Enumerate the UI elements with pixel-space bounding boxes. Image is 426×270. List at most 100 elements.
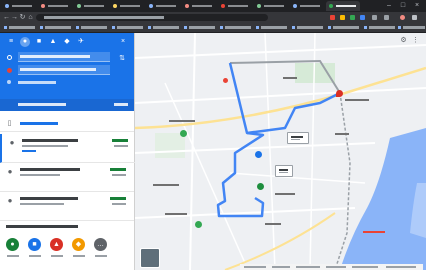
map-label (335, 133, 349, 135)
minor-road (135, 87, 426, 104)
favicon-icon (41, 4, 45, 8)
route-option[interactable]: ● (0, 163, 134, 192)
favicon-icon (77, 4, 81, 8)
nearby-category[interactable]: ● (6, 238, 23, 265)
browser-tab-bar: – □ × (0, 0, 426, 12)
extension-icon[interactable] (340, 15, 345, 20)
extension-icon[interactable] (372, 15, 377, 20)
map-label (275, 193, 295, 195)
nearby-category[interactable]: … (94, 238, 111, 265)
browser-tab[interactable] (74, 1, 108, 11)
extension-icon[interactable] (360, 15, 365, 20)
bike-icon[interactable]: ◆ (62, 37, 72, 47)
add-destination-link[interactable] (18, 81, 56, 84)
shopping-icon: ◆ (72, 238, 85, 251)
layers-icon[interactable] (140, 248, 160, 268)
maximize-icon[interactable]: □ (398, 1, 408, 11)
walk-icon[interactable]: ▲ (48, 37, 58, 47)
send-to-phone-row[interactable]: ▯ (0, 117, 134, 132)
options-button[interactable] (114, 103, 128, 106)
place-marker-icon[interactable] (195, 221, 202, 228)
place-marker-icon[interactable] (180, 130, 187, 137)
favicon-icon (5, 4, 9, 8)
car-icon[interactable]: ● (20, 37, 30, 47)
favicon-icon (149, 4, 153, 8)
swap-icon[interactable]: ⇅ (118, 55, 126, 63)
route-info-box[interactable] (275, 165, 293, 177)
map-label (345, 99, 369, 101)
phone-icon: ▯ (7, 120, 12, 127)
car-icon: ● (9, 138, 15, 147)
leave-now-bar[interactable] (0, 99, 134, 111)
share-icon[interactable]: ⋮ (411, 36, 420, 45)
map-footer (240, 264, 423, 270)
home-icon[interactable]: ⌂ (26, 13, 35, 22)
map-canvas[interactable]: ⋮ ⚙ (135, 33, 426, 270)
browser-tab[interactable] (38, 1, 72, 11)
place-marker-icon[interactable] (257, 183, 264, 190)
car-icon: ● (7, 196, 13, 205)
more-icon: … (94, 238, 107, 251)
minor-road (264, 33, 276, 270)
favicon-icon (113, 4, 117, 8)
browser-tab[interactable] (146, 1, 180, 11)
map-label (153, 184, 179, 186)
hotel-icon: ■ (28, 238, 41, 251)
menu-dots-icon[interactable] (412, 15, 417, 20)
browser-tab[interactable] (2, 1, 36, 11)
profile-avatar-icon[interactable] (400, 15, 405, 20)
send-to-phone-link (20, 122, 58, 125)
place-marker-icon[interactable] (255, 151, 262, 158)
leave-now-label (18, 103, 66, 106)
destination-pin-icon (7, 68, 12, 73)
destination-pin-icon[interactable] (336, 90, 343, 97)
map-label (363, 231, 385, 233)
minimize-icon[interactable]: – (384, 1, 394, 11)
nearby-category[interactable]: ▲ (50, 238, 67, 265)
menu-icon[interactable]: ≡ (6, 37, 16, 47)
browser-tab[interactable] (254, 1, 288, 11)
browser-tab-active[interactable] (326, 1, 360, 11)
route-option[interactable]: ● (0, 134, 136, 163)
origin-dot-icon (7, 55, 12, 60)
directions-header: ≡ ● ■ ▲ ◆ ✈ × ⇅ (0, 33, 134, 111)
favicon-icon (257, 4, 261, 8)
settings-icon[interactable]: ⚙ (399, 36, 408, 45)
car-icon: ● (7, 167, 13, 176)
nearby-category[interactable]: ■ (28, 238, 45, 265)
browser-tab[interactable] (110, 1, 144, 11)
extension-icon[interactable] (350, 15, 355, 20)
travel-mode-bar: ≡ ● ■ ▲ ◆ ✈ × (6, 37, 131, 47)
nearby-category[interactable]: ◆ (72, 238, 89, 265)
browser-tab[interactable] (290, 1, 324, 11)
major-road (135, 66, 426, 130)
browser-tab[interactable] (218, 1, 252, 11)
origin-marker-icon[interactable] (223, 78, 228, 83)
water-area (340, 128, 426, 270)
map-label (165, 213, 187, 215)
bookmarks-bar (0, 23, 426, 33)
favicon-icon (185, 4, 189, 8)
extension-icon[interactable] (330, 15, 335, 20)
address-bar[interactable] (36, 14, 268, 21)
address-bar-url (44, 16, 164, 19)
close-icon[interactable]: × (412, 1, 422, 11)
map-label (169, 120, 195, 122)
favicon-icon (221, 4, 225, 8)
extension-icon[interactable] (384, 15, 389, 20)
transit-icon[interactable]: ■ (34, 37, 44, 47)
favicon-icon (293, 4, 297, 8)
selected-route (216, 62, 265, 218)
map-graphics (135, 33, 426, 270)
nearby-heading (6, 225, 78, 228)
origin-input[interactable] (18, 52, 110, 62)
gas-station-icon: ▲ (50, 238, 63, 251)
major-road (224, 212, 336, 270)
maps-favicon-icon (329, 4, 333, 8)
destination-input[interactable] (18, 65, 110, 75)
route-option[interactable]: ● (0, 192, 134, 221)
route-info-box[interactable] (287, 132, 309, 144)
flight-icon[interactable]: ✈ (76, 37, 86, 47)
close-directions-icon[interactable]: × (118, 37, 128, 47)
browser-tab[interactable] (182, 1, 216, 11)
